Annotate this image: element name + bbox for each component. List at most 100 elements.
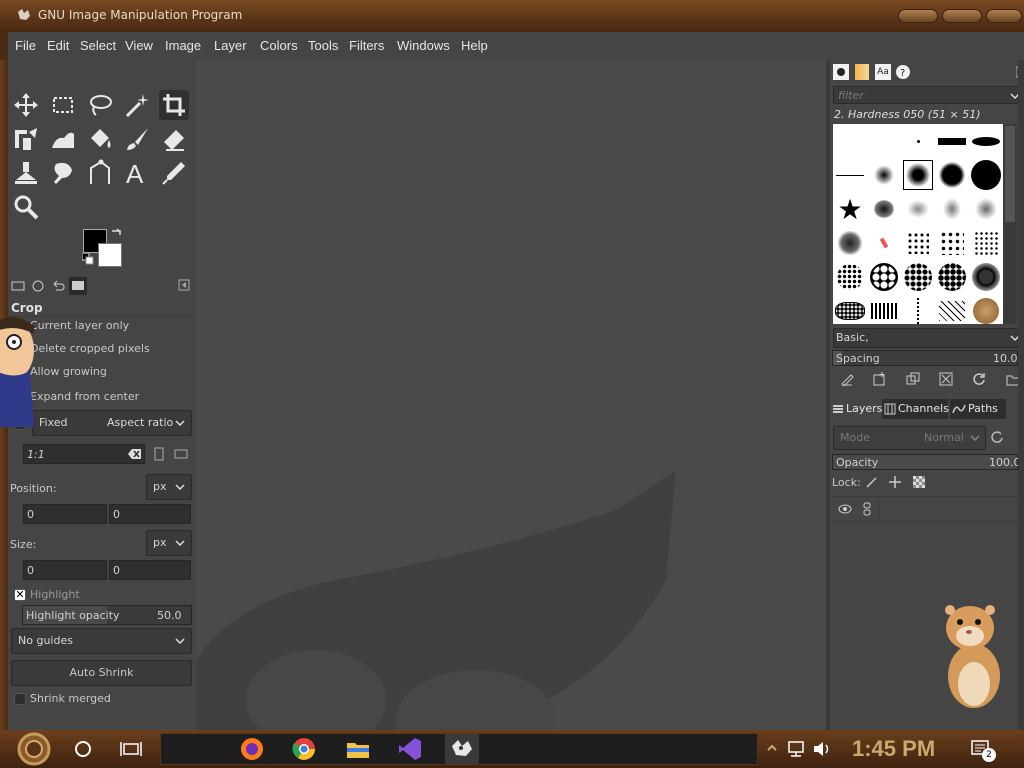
layer-opacity-slider[interactable]: Opacity 100.0	[832, 454, 1021, 470]
patterns-tab-icon[interactable]	[855, 64, 869, 80]
menu-image[interactable]: Image	[165, 38, 201, 53]
taskbar-clock[interactable]: 1:45 PM	[852, 736, 935, 762]
crop-tool-icon[interactable]	[159, 90, 189, 120]
brush-item[interactable]	[937, 228, 967, 258]
bucket-fill-tool-icon[interactable]	[85, 124, 115, 154]
lock-alpha-icon[interactable]	[912, 475, 926, 489]
portrait-icon[interactable]	[152, 447, 166, 461]
task-view-icon[interactable]	[116, 734, 146, 764]
configure-tab-icon[interactable]	[178, 279, 190, 291]
transform-tool-icon[interactable]	[11, 124, 41, 154]
brush-item[interactable]	[971, 160, 1001, 190]
default-colors-icon[interactable]	[82, 253, 94, 265]
search-circle-icon[interactable]	[68, 734, 98, 764]
swap-colors-icon[interactable]	[110, 227, 122, 239]
paths-tool-icon[interactable]	[85, 158, 115, 188]
refresh-brushes-icon[interactable]	[972, 372, 986, 386]
brush-item[interactable]	[835, 228, 865, 258]
brush-item[interactable]	[971, 194, 1001, 224]
brush-grid-scrollbar[interactable]	[1003, 124, 1017, 324]
delete-brush-icon[interactable]	[939, 372, 953, 386]
lock-position-icon[interactable]	[888, 475, 902, 489]
network-icon[interactable]	[786, 740, 808, 758]
size-w-input[interactable]: 0	[23, 560, 107, 580]
scrollbar-thumb[interactable]	[1005, 126, 1015, 222]
tab-paths[interactable]: Paths	[950, 399, 1006, 419]
brush-item[interactable]	[971, 262, 1001, 292]
brush-item[interactable]	[835, 296, 865, 324]
edit-brush-icon[interactable]	[840, 372, 854, 386]
brush-item[interactable]	[971, 296, 1001, 324]
aspect-ratio-dropdown[interactable]: Fixed Aspect ratio	[32, 410, 192, 436]
file-explorer-icon[interactable]	[343, 734, 373, 764]
tool-options-tab-icon[interactable]	[10, 278, 26, 294]
chrome-icon[interactable]	[289, 734, 319, 764]
brush-item[interactable]	[869, 194, 899, 224]
brush-item[interactable]	[903, 126, 933, 156]
menu-file[interactable]: File	[15, 38, 36, 53]
menu-select[interactable]: Select	[80, 38, 116, 53]
brushes-tab[interactable]	[833, 64, 849, 80]
zoom-tool-icon[interactable]	[11, 192, 41, 222]
shrink-merged-checkbox[interactable]	[14, 693, 26, 705]
move-tool-icon[interactable]	[11, 90, 41, 120]
notification-center[interactable]: 2	[970, 738, 996, 762]
brush-item[interactable]	[869, 262, 899, 292]
tab-layers[interactable]: Layers	[832, 399, 882, 419]
landscape-icon[interactable]	[174, 448, 188, 460]
clone-tool-icon[interactable]	[11, 158, 41, 188]
lock-pixels-icon[interactable]	[866, 476, 878, 488]
fonts-tab-icon[interactable]: Aa	[875, 64, 891, 80]
layer-mode-dropdown[interactable]: Mode Normal	[833, 426, 986, 450]
size-unit-dropdown[interactable]: px	[146, 530, 192, 556]
eye-icon[interactable]	[838, 503, 852, 515]
brush-item[interactable]	[869, 228, 899, 258]
fuzzy-select-tool-icon[interactable]	[122, 90, 152, 120]
reset-mode-icon[interactable]	[990, 430, 1004, 444]
smudge-tool-icon[interactable]	[48, 158, 78, 188]
brush-filter-input[interactable]: filter	[833, 86, 1021, 104]
color-picker-tool-icon[interactable]	[159, 158, 189, 188]
images-tab[interactable]	[69, 277, 87, 295]
menu-colors[interactable]: Colors	[260, 38, 298, 53]
brush-item[interactable]	[903, 194, 933, 224]
show-hidden-icons-icon[interactable]	[766, 742, 778, 754]
position-x-input[interactable]: 0	[23, 504, 107, 524]
highlight-checkbox[interactable]: ✕	[14, 589, 26, 601]
visual-studio-icon[interactable]	[395, 734, 425, 764]
undo-history-tab-icon[interactable]	[50, 278, 66, 294]
warp-transform-tool-icon[interactable]	[48, 124, 78, 154]
menu-filters[interactable]: Filters	[349, 38, 384, 53]
volume-icon[interactable]	[812, 740, 832, 758]
menu-edit[interactable]: Edit	[47, 38, 69, 53]
guides-dropdown[interactable]: No guides	[11, 628, 192, 654]
duplicate-brush-icon[interactable]	[906, 372, 920, 386]
brush-item[interactable]	[937, 126, 967, 156]
rect-select-tool-icon[interactable]	[48, 90, 78, 120]
start-button-icon[interactable]	[14, 732, 54, 766]
highlight-opacity-slider[interactable]: Highlight opacity 50.0	[22, 605, 192, 625]
brush-item[interactable]	[937, 194, 967, 224]
minimize-button[interactable]	[898, 9, 938, 23]
brush-item[interactable]	[903, 228, 933, 258]
auto-shrink-button[interactable]: Auto Shrink	[11, 660, 192, 686]
brush-item[interactable]	[971, 126, 1001, 156]
brush-item-selected[interactable]	[903, 160, 933, 190]
menu-windows[interactable]: Windows	[397, 38, 450, 53]
brush-item[interactable]	[903, 296, 933, 324]
background-color[interactable]	[98, 243, 122, 267]
help-icon[interactable]: ?	[895, 64, 911, 80]
brush-item[interactable]	[835, 160, 865, 190]
brush-item[interactable]	[937, 296, 967, 324]
brush-item[interactable]	[835, 262, 865, 292]
canvas-area[interactable]	[196, 60, 830, 730]
brush-grid[interactable]: ★	[833, 124, 1003, 324]
brush-item[interactable]: ★	[835, 193, 865, 226]
clear-icon[interactable]	[128, 448, 142, 460]
brush-item[interactable]	[869, 160, 899, 190]
brush-tag-input[interactable]: Basic,	[833, 328, 1021, 348]
lasso-tool-icon[interactable]	[85, 90, 115, 120]
brush-item[interactable]	[971, 228, 1001, 258]
menu-layer[interactable]: Layer	[214, 38, 247, 53]
spacing-slider[interactable]: Spacing 10.0	[832, 350, 1018, 366]
